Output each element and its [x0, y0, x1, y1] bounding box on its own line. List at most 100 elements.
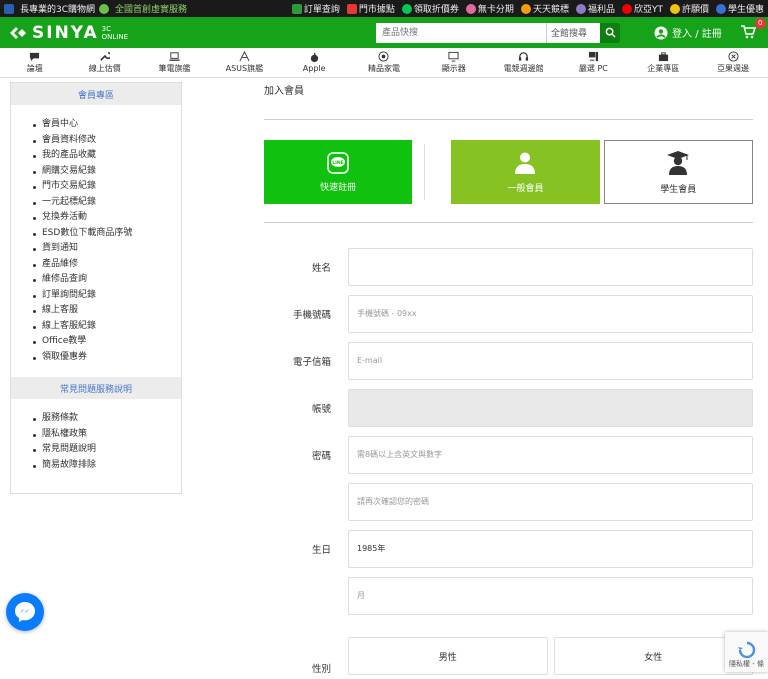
- email-row: 電子信箱 E-mail: [264, 337, 753, 384]
- cart-button[interactable]: 0: [740, 17, 766, 42]
- sidebar-item-arrival-notice[interactable]: 貨到通知: [33, 241, 181, 257]
- tab-student-member[interactable]: 學生會員: [603, 140, 753, 204]
- tab-general-member[interactable]: 一般會員: [451, 140, 600, 204]
- sidebar-item-member-center[interactable]: 會員中心: [33, 117, 181, 133]
- email-label: 電子信箱: [292, 356, 331, 368]
- password-confirm-row: 請再次確認您的密碼: [264, 478, 753, 525]
- birth-year-select[interactable]: 1985年: [348, 529, 753, 568]
- search-box: 全館搜尋: [376, 22, 621, 43]
- nav-item-apple[interactable]: Apple: [279, 48, 349, 77]
- logo-badge-icon: [4, 3, 14, 14]
- search-input[interactable]: [376, 22, 547, 43]
- sidebar-item-order-inquiry[interactable]: 訂單詢問紀錄: [33, 288, 181, 304]
- password-confirm-field[interactable]: 請再次確認您的密碼: [348, 482, 753, 521]
- member-sidebar: 會員專區 會員中心 會員資料修改 我的產品收藏 網購交易紀錄 門市交易紀錄 一元…: [10, 82, 182, 494]
- name-field[interactable]: [348, 247, 753, 286]
- accessory-icon: [727, 51, 739, 62]
- nav-item-gaming[interactable]: 電競週邊館: [489, 48, 559, 77]
- sidebar-item-privacy[interactable]: 隱私權政策: [33, 427, 181, 443]
- tab-separator: [424, 144, 426, 200]
- apple-icon: [310, 52, 318, 63]
- sidebar-item-online-orders[interactable]: 網購交易紀錄: [33, 164, 181, 180]
- birthday-row: 生日 1985年: [264, 525, 753, 572]
- sidebar-item-store-orders[interactable]: 門市交易紀錄: [33, 179, 181, 195]
- sidebar-item-edit-profile[interactable]: 會員資料修改: [33, 133, 181, 149]
- youtube-link[interactable]: 欣亞YT: [621, 2, 663, 15]
- slogan-text-2: 全國首創虛實服務: [115, 5, 188, 15]
- briefcase-icon: [658, 52, 668, 62]
- nav-item-enterprise[interactable]: 企業專區: [628, 48, 698, 77]
- person-icon: [515, 152, 536, 174]
- tab-line-quick-register[interactable]: LINE 快速註冊: [264, 140, 413, 204]
- header: SINYA 3CONLINE 全館搜尋 登入 / 註冊 0: [0, 17, 768, 48]
- login-register-link[interactable]: 登入 / 註冊: [654, 25, 722, 40]
- divider: [264, 222, 753, 223]
- birthday-label: 生日: [311, 544, 331, 556]
- birth-month-select[interactable]: 月: [348, 576, 753, 615]
- recaptcha-badge: 隱私權 - 條: [725, 632, 768, 672]
- nav-item-laptop[interactable]: 筆電旗艦: [140, 48, 210, 77]
- sidebar-item-coupons[interactable]: 領取優惠券: [33, 350, 181, 366]
- nav-item-pc[interactable]: 嚴選 PC: [559, 48, 629, 77]
- leaf-icon: [99, 3, 110, 14]
- order-icon: [291, 3, 302, 14]
- sidebar-item-voucher[interactable]: 兌換券活動: [33, 210, 181, 226]
- coupon-link[interactable]: 領取折價券: [401, 2, 459, 15]
- auction-link[interactable]: 天天競標: [520, 2, 569, 15]
- nav-item-asus[interactable]: ASUS旗艦: [209, 48, 279, 77]
- account-row: 帳號: [264, 384, 753, 431]
- top-bar: 長專業的3C購物網 全國首創虛實服務 訂單查詢 門市據點 領取折價券 無卡分期 …: [0, 0, 768, 17]
- sidebar-item-online-support[interactable]: 線上客服: [33, 303, 181, 319]
- sidebar-item-office-tutorial[interactable]: Office教學: [33, 334, 181, 350]
- order-query-link[interactable]: 訂單查詢: [291, 2, 340, 15]
- store-location-link[interactable]: 門市據點: [346, 2, 395, 15]
- registration-type-tabs: LINE 快速註冊 一般會員 學生會員: [264, 140, 753, 204]
- birth-month-row: 月: [264, 572, 753, 619]
- gender-female-button[interactable]: 女性: [553, 637, 753, 675]
- sidebar-item-repair-query[interactable]: 維修品查詢: [33, 272, 181, 288]
- sidebar-item-faq[interactable]: 常見問題說明: [33, 442, 181, 458]
- sidebar-item-esd-serials[interactable]: ESD數位下載商品序號: [33, 226, 181, 242]
- search-button[interactable]: [600, 22, 621, 43]
- wish-price-link[interactable]: 許願價: [669, 2, 709, 15]
- monitor-icon: [448, 51, 459, 62]
- sidebar-item-repair[interactable]: 產品維修: [33, 257, 181, 273]
- search-scope-select[interactable]: 全館搜尋: [546, 22, 600, 43]
- registration-form: 姓名 手機號碼 手機號碼 - 09xx 電子信箱 E-mail 帳號 密碼 需8…: [264, 243, 753, 675]
- nav-item-accessory[interactable]: 亞果週邊: [698, 48, 768, 77]
- password-row: 密碼 需8碼以上含英文與數字: [264, 431, 753, 478]
- line-icon: [401, 3, 412, 14]
- category-nav: 論壇 線上估價 筆電旗艦 ASUS旗艦 Apple 精品家電 顯示器 電競週邊館…: [0, 48, 768, 78]
- hammer-icon: [520, 3, 531, 14]
- logo-text: SINYA: [32, 22, 99, 43]
- faq-heading: 常見問題服務說明: [11, 377, 181, 399]
- asus-icon: [239, 51, 250, 62]
- sidebar-item-terms[interactable]: 服務條款: [33, 411, 181, 427]
- messenger-icon: [15, 602, 35, 622]
- messenger-chat-button[interactable]: [6, 593, 44, 631]
- wrench-icon: [100, 52, 111, 61]
- welfare-link[interactable]: 福利品: [575, 2, 615, 15]
- member-area-heading: 會員專區: [11, 83, 181, 105]
- nav-item-forum[interactable]: 論壇: [0, 48, 70, 77]
- nav-item-appliance[interactable]: 精品家電: [349, 48, 419, 77]
- logo-subtext: 3C ONLINE: [101, 24, 129, 41]
- site-logo[interactable]: SINYA 3C ONLINE: [8, 23, 128, 43]
- nav-item-quote[interactable]: 線上估價: [70, 48, 140, 77]
- nav-item-monitor[interactable]: 顯示器: [419, 48, 489, 77]
- email-field[interactable]: E-mail: [348, 341, 753, 380]
- student-discount-link[interactable]: 學生優惠: [715, 2, 764, 15]
- sidebar-item-support-records[interactable]: 線上客服紀錄: [33, 319, 181, 335]
- divider: [264, 119, 753, 120]
- sidebar-item-favorites[interactable]: 我的產品收藏: [33, 148, 181, 164]
- cart-count-badge: 0: [754, 17, 766, 29]
- phone-field[interactable]: 手機號碼 - 09xx: [348, 294, 753, 333]
- sidebar-item-troubleshoot[interactable]: 簡易故障排除: [33, 458, 181, 474]
- installment-link[interactable]: 無卡分期: [465, 2, 514, 15]
- main-content: 加入會員 LINE 快速註冊 一般會員 學生會員: [264, 82, 753, 223]
- gender-male-button[interactable]: 男性: [348, 637, 548, 675]
- password-field[interactable]: 需8碼以上含英文與數字: [348, 435, 753, 474]
- chat-icon: [30, 52, 40, 62]
- sidebar-item-auction-records[interactable]: 一元起標紀錄: [33, 195, 181, 211]
- name-row: 姓名: [264, 243, 753, 290]
